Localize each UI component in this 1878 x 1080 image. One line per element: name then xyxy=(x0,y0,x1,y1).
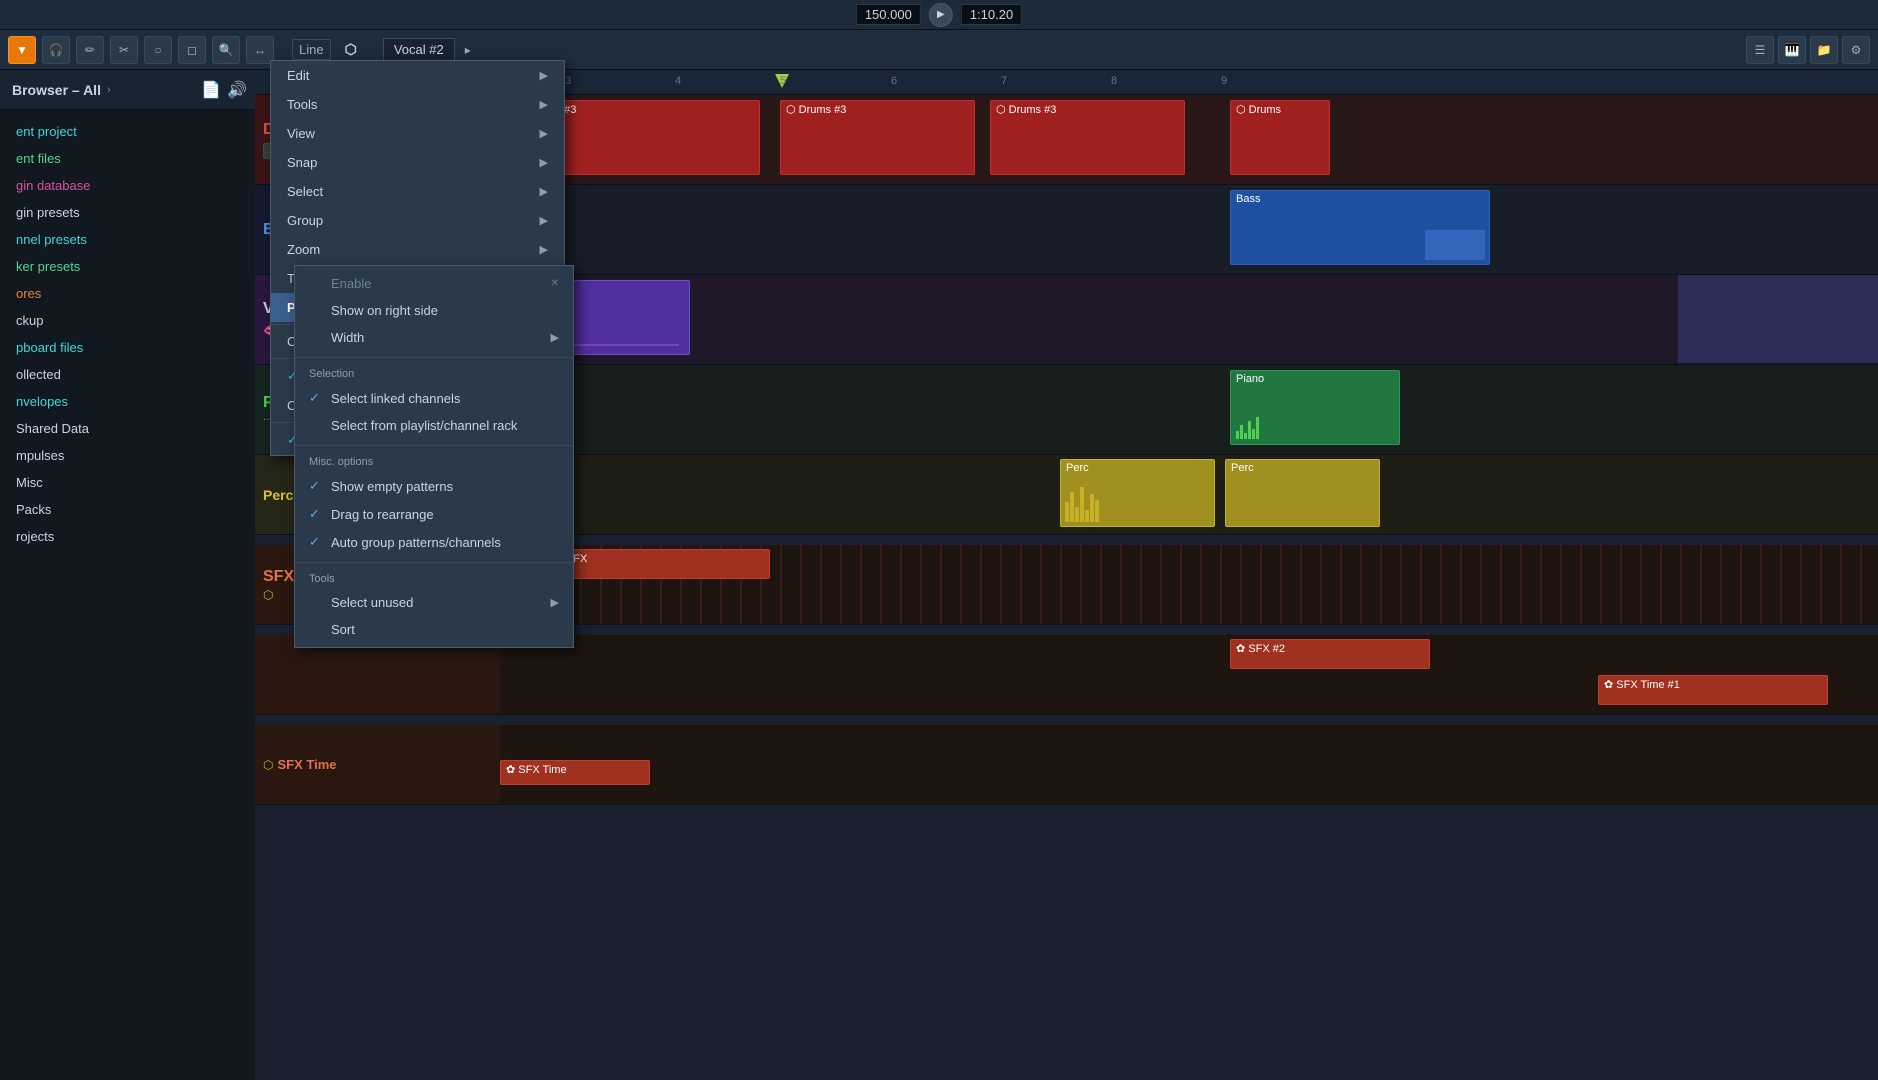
submenu-show-empty[interactable]: ✓ Show empty patterns xyxy=(295,472,573,500)
unused-arrow: ▶ xyxy=(551,596,559,609)
misc-header: Misc. options xyxy=(295,452,573,472)
submenu-select-from[interactable]: Select from playlist/channel rack xyxy=(295,412,573,439)
menu-zoom[interactable]: Zoom ▶ xyxy=(271,235,564,264)
unused-check xyxy=(309,595,323,610)
zoom-arrow: ▶ xyxy=(540,243,548,256)
submenu-top-section: Enable ✕ Show on right side Width ▶ xyxy=(295,266,573,355)
menu-view[interactable]: View ▶ xyxy=(271,119,564,148)
submenu-div-3 xyxy=(295,562,573,563)
selectfrom-check xyxy=(309,418,323,433)
autogroup-check: ✓ xyxy=(309,534,323,550)
group-arrow: ▶ xyxy=(540,214,548,227)
view-arrow: ▶ xyxy=(540,127,548,140)
submenu-div-1 xyxy=(295,357,573,358)
menu-tools[interactable]: Tools ▶ xyxy=(271,90,564,119)
submenu-sort[interactable]: Sort xyxy=(295,616,573,643)
submenu-drag-rearrange[interactable]: ✓ Drag to rearrange xyxy=(295,500,573,528)
sort-check xyxy=(309,622,323,637)
show-right-check xyxy=(309,303,323,318)
submenu-width[interactable]: Width ▶ xyxy=(295,324,573,351)
menu-overlay: Edit ▶ Tools ▶ View ▶ Snap ▶ Select ▶ Gr… xyxy=(0,0,1878,1080)
submenu-div-2 xyxy=(295,445,573,446)
tools-header: Tools xyxy=(295,569,573,589)
select-arrow: ▶ xyxy=(540,185,548,198)
menu-snap[interactable]: Snap ▶ xyxy=(271,148,564,177)
edit-arrow: ▶ xyxy=(540,69,548,82)
selection-header: Selection xyxy=(295,364,573,384)
menu-select[interactable]: Select ▶ xyxy=(271,177,564,206)
submenu-auto-group[interactable]: ✓ Auto group patterns/channels xyxy=(295,528,573,556)
submenu-select-linked[interactable]: ✓ Select linked channels xyxy=(295,384,573,412)
enable-check xyxy=(309,276,323,291)
width-arrow: ▶ xyxy=(551,331,559,344)
empty-check: ✓ xyxy=(309,478,323,494)
submenu-show-right[interactable]: Show on right side xyxy=(295,297,573,324)
enable-x: ✕ xyxy=(551,278,559,289)
tools-arrow: ▶ xyxy=(540,98,548,111)
tools-section: Tools Select unused ▶ Sort xyxy=(295,565,573,647)
submenu-select-unused[interactable]: Select unused ▶ xyxy=(295,589,573,616)
submenu-enable[interactable]: Enable ✕ xyxy=(295,270,573,297)
selection-section: Selection ✓ Select linked channels Selec… xyxy=(295,360,573,443)
menu-edit[interactable]: Edit ▶ xyxy=(271,61,564,90)
menu-group[interactable]: Group ▶ xyxy=(271,206,564,235)
linked-check: ✓ xyxy=(309,390,323,406)
width-check xyxy=(309,330,323,345)
picker-panel-submenu: Enable ✕ Show on right side Width ▶ Sele… xyxy=(294,265,574,648)
misc-section: Misc. options ✓ Show empty patterns ✓ Dr… xyxy=(295,448,573,560)
snap-arrow: ▶ xyxy=(540,156,548,169)
drag-check: ✓ xyxy=(309,506,323,522)
